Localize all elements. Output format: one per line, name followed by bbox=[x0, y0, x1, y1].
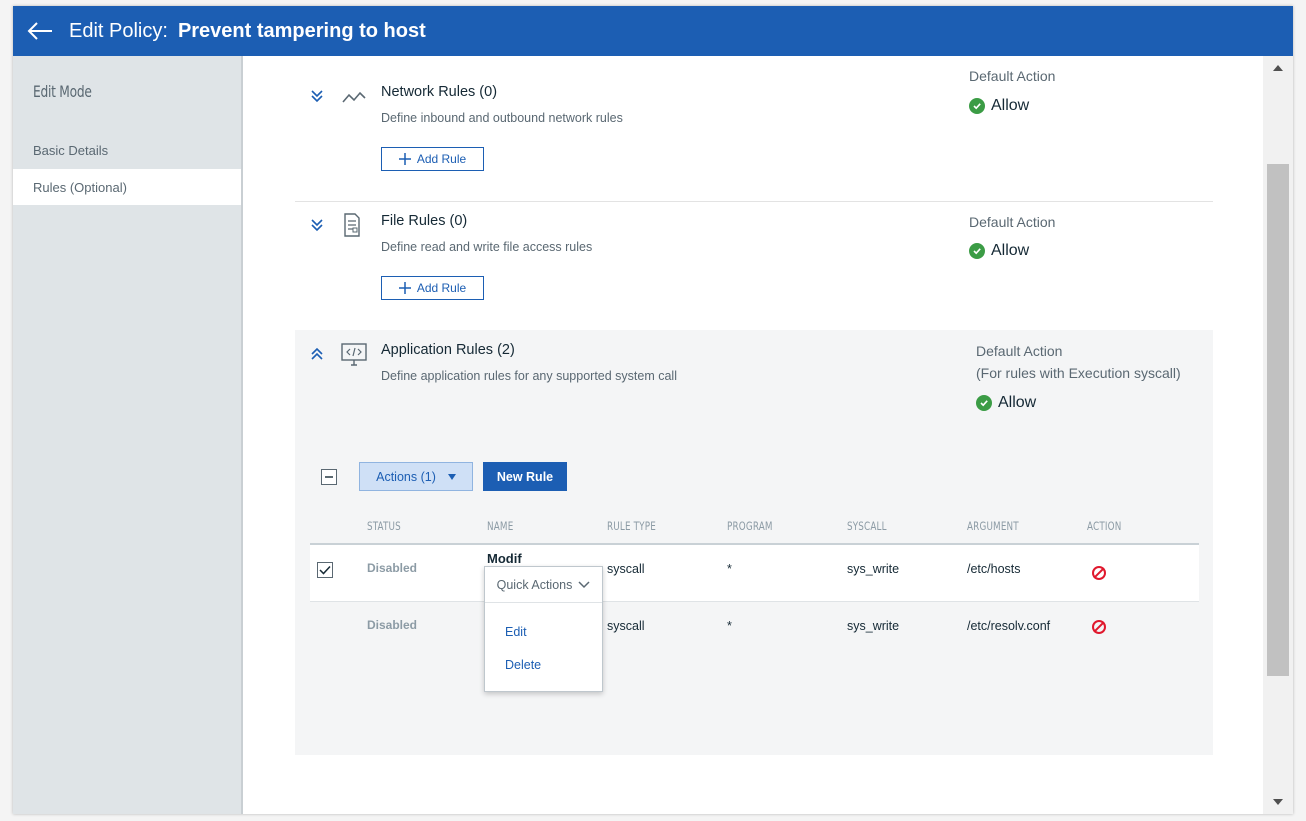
file-rules-description: Define read and write file access rules bbox=[381, 240, 593, 254]
main-content: Network Rules (0) Define inbound and out… bbox=[243, 56, 1263, 814]
page-header: Edit Policy: Prevent tampering to host bbox=[13, 6, 1293, 56]
checkmark-icon bbox=[319, 565, 331, 575]
row-rule-type: syscall bbox=[607, 619, 645, 633]
back-button[interactable] bbox=[25, 16, 55, 46]
sidebar-item-label: Basic Details bbox=[33, 142, 109, 158]
table-row[interactable] bbox=[310, 545, 1199, 601]
file-rules-title: File Rules (0) bbox=[381, 213, 468, 229]
menu-item-edit[interactable]: Edit bbox=[505, 625, 527, 639]
quick-actions-menu: Quick Actions Edit Delete bbox=[484, 566, 603, 692]
row-program: * bbox=[727, 619, 732, 633]
triangle-down-icon bbox=[1273, 799, 1283, 805]
scrollbar-thumb[interactable] bbox=[1267, 164, 1289, 676]
column-header-action[interactable]: ACTION bbox=[1087, 519, 1121, 533]
quick-actions-toggle[interactable]: Quick Actions bbox=[485, 567, 602, 603]
scroll-up-button[interactable] bbox=[1263, 56, 1293, 80]
chevron-double-up-icon[interactable] bbox=[309, 346, 325, 362]
code-monitor-icon bbox=[341, 343, 367, 366]
column-header-program[interactable]: PROGRAM bbox=[727, 519, 773, 533]
row-program: * bbox=[727, 562, 732, 576]
column-header-name[interactable]: NAME bbox=[487, 519, 513, 533]
application-default-action-sublabel: (For rules with Execution syscall) bbox=[976, 365, 1181, 381]
page-title-prefix: Edit Policy: bbox=[69, 19, 168, 42]
application-default-action-value: Allow bbox=[976, 394, 1036, 412]
minus-icon bbox=[325, 476, 333, 478]
network-rules-title: Network Rules (0) bbox=[381, 84, 498, 100]
row-status: Disabled bbox=[367, 618, 418, 632]
block-icon bbox=[1092, 566, 1106, 580]
network-rules-description: Define inbound and outbound network rule… bbox=[381, 111, 623, 125]
file-icon bbox=[344, 213, 360, 237]
column-header-status[interactable]: STATUS bbox=[367, 519, 401, 533]
block-icon bbox=[1092, 620, 1106, 634]
column-header-argument[interactable]: ARGUMENT bbox=[967, 519, 1019, 533]
actions-dropdown-button[interactable]: Actions (1) bbox=[359, 462, 473, 491]
application-rules-description: Define application rules for any support… bbox=[381, 369, 677, 383]
check-circle-icon bbox=[976, 395, 992, 411]
select-all-checkbox[interactable] bbox=[321, 469, 337, 485]
network-icon bbox=[342, 91, 366, 103]
section-divider bbox=[295, 201, 1213, 202]
network-default-action-label: Default Action bbox=[969, 68, 1056, 84]
row-checkbox[interactable] bbox=[317, 562, 333, 578]
sidebar-item-basic-details[interactable]: Basic Details bbox=[13, 132, 241, 168]
row-argument: /etc/hosts bbox=[967, 562, 1021, 576]
column-header-syscall[interactable]: SYSCALL bbox=[847, 519, 887, 533]
row-status: Disabled bbox=[367, 561, 418, 575]
row-divider bbox=[310, 601, 1199, 602]
network-default-action-value: Allow bbox=[969, 97, 1029, 115]
chevron-double-down-icon[interactable] bbox=[309, 217, 325, 233]
sidebar-item-rules[interactable]: Rules (Optional) bbox=[13, 169, 242, 205]
check-circle-icon bbox=[969, 98, 985, 114]
column-header-rule-type[interactable]: RULE TYPE bbox=[607, 519, 656, 533]
policy-name: Prevent tampering to host bbox=[177, 19, 426, 42]
sidebar-heading: Edit Mode bbox=[33, 82, 92, 101]
chevron-double-down-icon[interactable] bbox=[309, 88, 325, 104]
plus-icon bbox=[398, 282, 411, 294]
row-name[interactable]: Modif bbox=[487, 551, 522, 566]
application-rules-title: Application Rules (2) bbox=[381, 342, 515, 358]
row-rule-type: syscall bbox=[607, 562, 645, 576]
file-default-action-label: Default Action bbox=[969, 214, 1056, 230]
row-syscall: sys_write bbox=[847, 562, 900, 576]
caret-down-icon bbox=[447, 473, 456, 480]
application-default-action-label: Default Action bbox=[976, 343, 1063, 359]
row-syscall: sys_write bbox=[847, 619, 900, 633]
file-add-rule-button[interactable]: Add Rule bbox=[381, 276, 484, 300]
sidebar: Edit Mode Basic Details Rules (Optional) bbox=[13, 56, 242, 814]
plus-icon bbox=[398, 153, 411, 165]
new-rule-button[interactable]: New Rule bbox=[483, 462, 567, 491]
arrow-left-icon bbox=[27, 22, 52, 40]
file-default-action-value: Allow bbox=[969, 242, 1029, 260]
app-window: Edit Policy: Prevent tampering to host E… bbox=[13, 6, 1293, 814]
check-circle-icon bbox=[969, 243, 985, 259]
triangle-up-icon bbox=[1273, 65, 1283, 71]
sidebar-item-label: Rules (Optional) bbox=[33, 179, 127, 195]
network-add-rule-button[interactable]: Add Rule bbox=[381, 147, 484, 171]
vertical-scrollbar[interactable] bbox=[1263, 56, 1293, 814]
chevron-down-icon bbox=[578, 580, 590, 588]
scroll-down-button[interactable] bbox=[1263, 790, 1293, 814]
row-argument: /etc/resolv.conf bbox=[967, 619, 1051, 633]
menu-item-delete[interactable]: Delete bbox=[505, 658, 541, 672]
